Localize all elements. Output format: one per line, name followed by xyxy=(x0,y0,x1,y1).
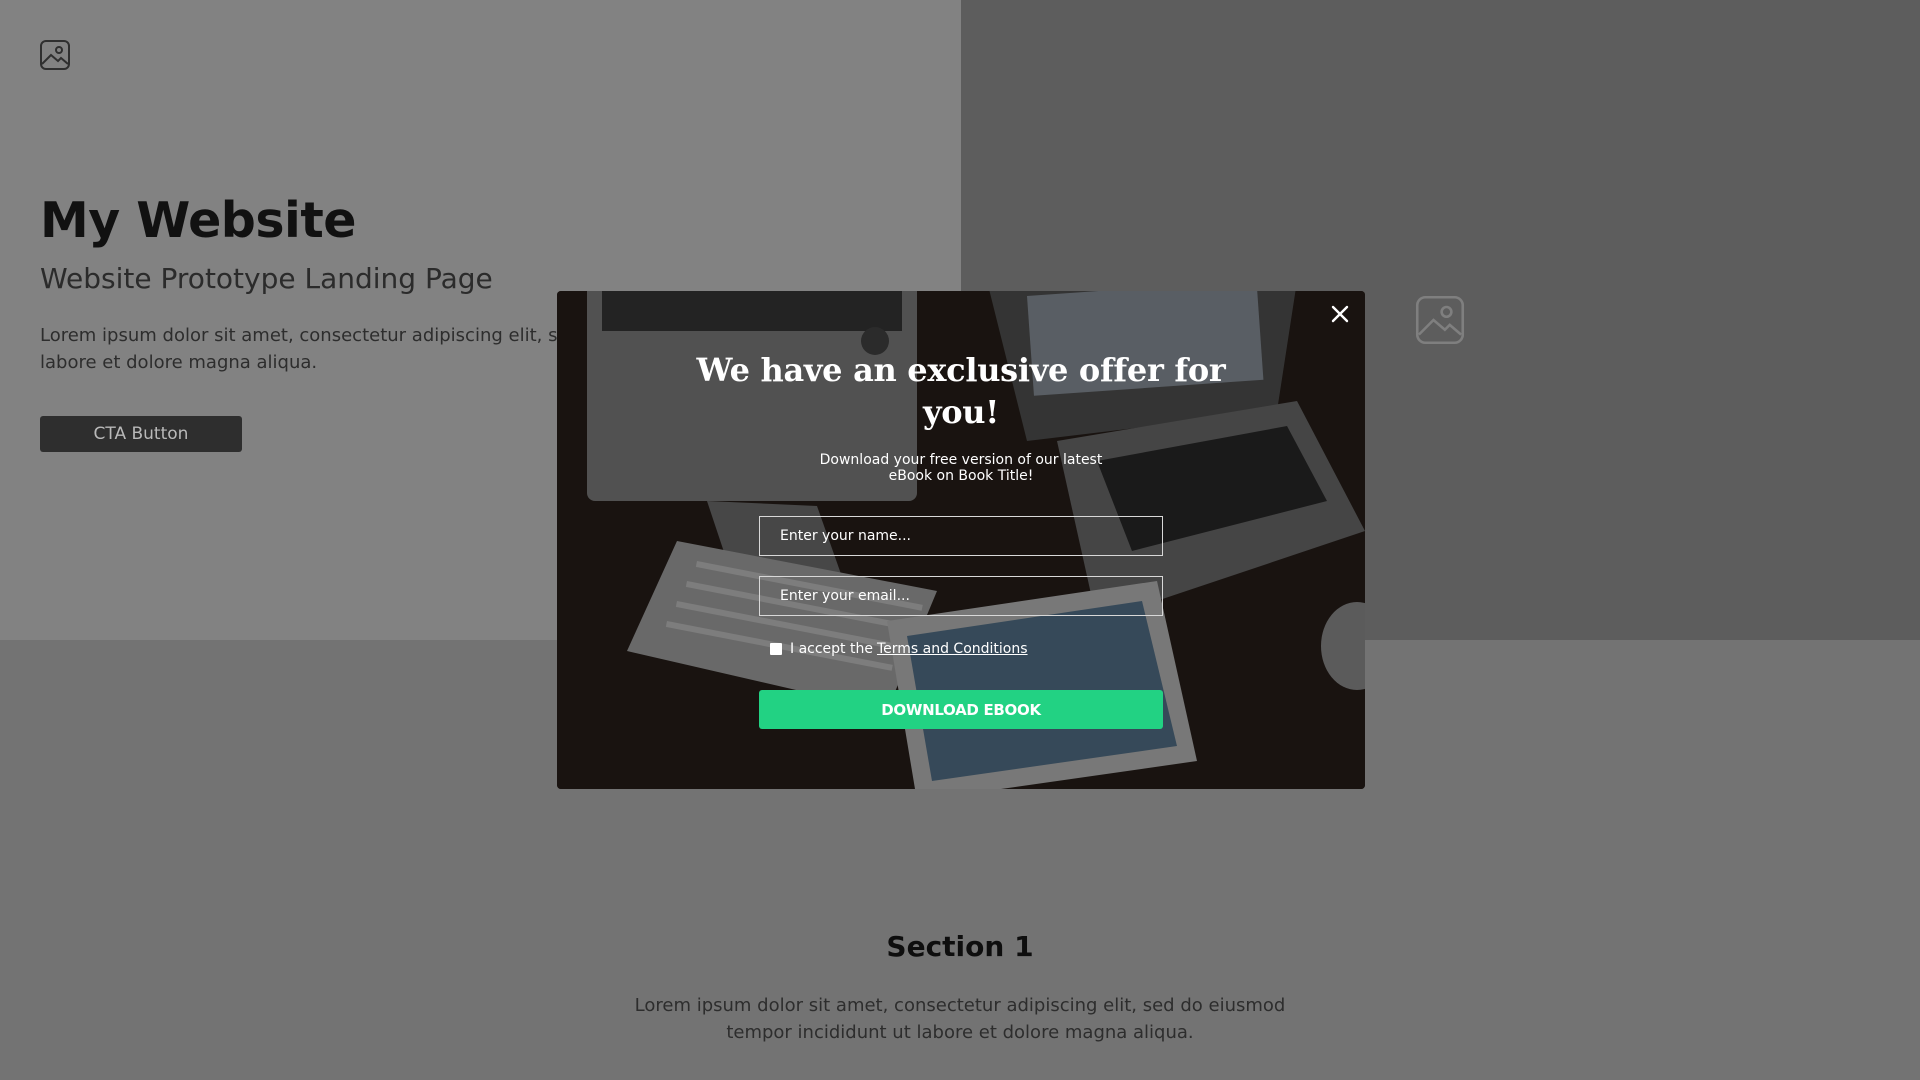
download-ebook-button[interactable]: DOWNLOAD EBOOK xyxy=(759,690,1163,729)
terms-link[interactable]: Terms and Conditions xyxy=(877,641,1028,657)
image-icon xyxy=(1415,295,1465,345)
hero-body-text: Lorem ipsum dolor sit amet, consectetur … xyxy=(40,325,558,373)
section-1-title: Section 1 xyxy=(886,930,1034,963)
section-1-body-text: Lorem ipsum dolor sit amet, consectetur … xyxy=(634,995,1286,1043)
cta-button[interactable]: CTA Button xyxy=(40,416,242,452)
ebook-offer-modal: We have an exclusive offer for you! Down… xyxy=(557,291,1365,789)
email-input[interactable] xyxy=(759,576,1163,616)
modal-title: We have an exclusive offer for you! xyxy=(696,351,1226,431)
terms-label: I accept the xyxy=(790,641,873,657)
image-icon[interactable] xyxy=(39,39,71,71)
site-subtitle: Website Prototype Landing Page xyxy=(40,262,493,295)
site-title: My Website xyxy=(40,192,357,249)
close-icon[interactable] xyxy=(1327,301,1353,327)
name-input[interactable] xyxy=(759,516,1163,556)
modal-description: Download your free version of our latest… xyxy=(819,452,1103,484)
terms-row: I accept the Terms and Conditions xyxy=(770,640,1028,658)
terms-checkbox[interactable] xyxy=(770,643,782,655)
